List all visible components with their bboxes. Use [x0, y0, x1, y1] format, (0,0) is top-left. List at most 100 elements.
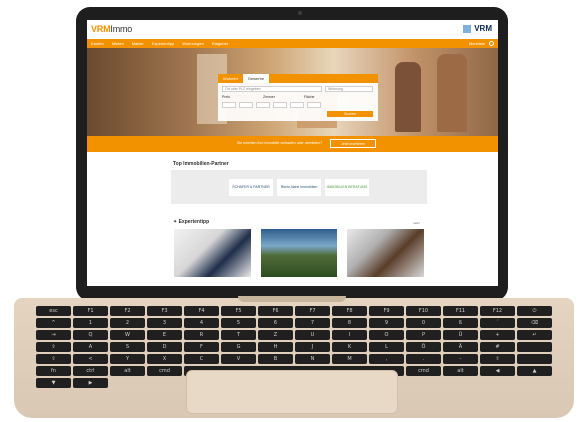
rooms-label: Zimmer: [263, 95, 275, 99]
tip-tile-keys[interactable]: [347, 229, 425, 277]
keyboard-key: ▶: [73, 378, 108, 388]
keyboard-key: F: [184, 342, 219, 352]
keyboard-key: alt: [443, 366, 478, 376]
keyboard-key: 5: [221, 318, 256, 328]
keyboard-key: J: [295, 342, 330, 352]
keyboard-key: Ü: [443, 330, 478, 340]
keyboard-key: F10: [406, 306, 441, 316]
keyboard-key: 8: [332, 318, 367, 328]
vrm-badge[interactable]: VRM: [463, 24, 492, 33]
partner-logo-schaefer[interactable]: SCHÄFER & PARTNER: [229, 178, 273, 196]
vrm-logo-icon: [463, 24, 472, 33]
keyboard-key: 7: [295, 318, 330, 328]
nav-item-mieten[interactable]: Mieten: [112, 41, 124, 46]
nav-item-kaufen[interactable]: Kaufen: [91, 41, 104, 46]
keyboard-key: Ö: [406, 342, 441, 352]
keyboard-key: Ä: [443, 342, 478, 352]
keyboard-key: A: [73, 342, 108, 352]
main-nav: Kaufen Mieten Makler Expertentipp Wohnun…: [87, 39, 498, 48]
site-logo[interactable]: VRMImmo: [91, 24, 132, 34]
tips-more-link[interactable]: mehr: [413, 221, 420, 225]
touchpad: [186, 370, 398, 414]
keyboard-key: I: [332, 330, 367, 340]
keyboard-key: 9: [369, 318, 404, 328]
account-label[interactable]: Merkliste: [469, 41, 485, 46]
keyboard-key: F3: [147, 306, 182, 316]
keyboard-key: esc: [36, 306, 71, 316]
keyboard-key: +: [480, 330, 515, 340]
keyboard-key: 3: [147, 318, 182, 328]
price-max-input[interactable]: [239, 102, 253, 108]
partner-logo-rhein-nahe[interactable]: Rhein-Nahe Immobilien: [277, 178, 321, 196]
price-label: Preis: [222, 95, 230, 99]
keyboard-key: R: [184, 330, 219, 340]
laptop-screen: VRMImmo VRM Kaufen Mieten Makler Experte…: [87, 20, 498, 286]
keyboard-key: S: [110, 342, 145, 352]
search-tabs: Wohnen Gewerbe: [218, 74, 378, 83]
keyboard-key: ◀: [480, 366, 515, 376]
expert-tips-title: ✦ Expertentipp: [173, 219, 209, 225]
keyboard-key: F4: [184, 306, 219, 316]
keyboard: esc F1 F2 F3 F4 F5 F6 F7 F8 F9 F10 F11 F12 ⏻ ^ 1 2 3 4 5 6 7 8…: [36, 306, 552, 388]
nav-account: Merkliste: [469, 41, 494, 46]
keyboard-key: H: [258, 342, 293, 352]
cta-band: Sie möchten Ihre Immobilie verkaufen ode…: [87, 136, 498, 152]
nav-item-ratgeber[interactable]: Ratgeber: [212, 41, 228, 46]
keyboard-key: ⏻: [517, 306, 552, 316]
keyboard-key: [517, 354, 552, 364]
hero-person-woman: [395, 62, 421, 132]
keyboard-key: F6: [258, 306, 293, 316]
keyboard-key: alt: [110, 366, 145, 376]
tips-tiles: [174, 229, 425, 277]
keyboard-key: M: [332, 354, 367, 364]
location-input[interactable]: Ort oder PLZ eingeben: [222, 86, 322, 92]
area-min-input[interactable]: [290, 102, 304, 108]
user-icon[interactable]: [489, 41, 494, 46]
keyboard-key: ^: [36, 318, 71, 328]
nav-item-makler[interactable]: Makler: [132, 41, 144, 46]
keyboard-key: Q: [73, 330, 108, 340]
partners-title: Top Immobilien-Partner: [173, 161, 229, 167]
tip-tile-house[interactable]: [260, 229, 338, 277]
keyboard-key: ⇥: [36, 330, 71, 340]
keyboard-key: [517, 342, 552, 352]
tab-gewerbe[interactable]: Gewerbe: [242, 74, 270, 83]
vrm-badge-text: VRM: [474, 24, 492, 33]
keyboard-key: F2: [110, 306, 145, 316]
keyboard-key: U: [295, 330, 330, 340]
keyboard-key: <: [73, 354, 108, 364]
partner-logo-beratung[interactable]: IMMOBILIEN BERATUNG: [325, 178, 369, 196]
keyboard-key: F5: [221, 306, 256, 316]
keyboard-key: ´: [480, 318, 515, 328]
keyboard-key: F11: [443, 306, 478, 316]
nav-item-wohnungen[interactable]: Wohnungen: [182, 41, 204, 46]
area-max-input[interactable]: [307, 102, 321, 108]
keyboard-key: C: [184, 354, 219, 364]
keyboard-key: ⇧: [36, 354, 71, 364]
keyboard-key: cmd: [406, 366, 441, 376]
tab-wohnen[interactable]: Wohnen: [218, 74, 243, 83]
tips-title-text: Expertentipp: [178, 219, 210, 225]
keyboard-key: N: [295, 354, 330, 364]
keyboard-key: F1: [73, 306, 108, 316]
rooms-min-input[interactable]: [256, 102, 270, 108]
keyboard-key: 1: [73, 318, 108, 328]
site-header: VRMImmo VRM: [87, 20, 498, 39]
logo-brand: VRM: [91, 24, 111, 34]
laptop-hinge: [238, 296, 346, 302]
price-min-input[interactable]: [222, 102, 236, 108]
search-row-2: [218, 99, 378, 108]
keyboard-key: 0: [406, 318, 441, 328]
tip-tile-documents[interactable]: [174, 229, 251, 277]
type-select[interactable]: Wohnung: [325, 86, 373, 92]
keyboard-key: P: [406, 330, 441, 340]
keyboard-key: Y: [110, 354, 145, 364]
keyboard-key: cmd: [147, 366, 182, 376]
cta-button[interactable]: Jetzt inserieren: [330, 139, 376, 148]
keyboard-key: ⇧: [480, 354, 515, 364]
search-button[interactable]: Suchen: [327, 111, 373, 117]
rooms-max-input[interactable]: [273, 102, 287, 108]
keyboard-key: E: [147, 330, 182, 340]
nav-item-expertentipp[interactable]: Expertentipp: [152, 41, 174, 46]
keyboard-key: fn: [36, 366, 71, 376]
